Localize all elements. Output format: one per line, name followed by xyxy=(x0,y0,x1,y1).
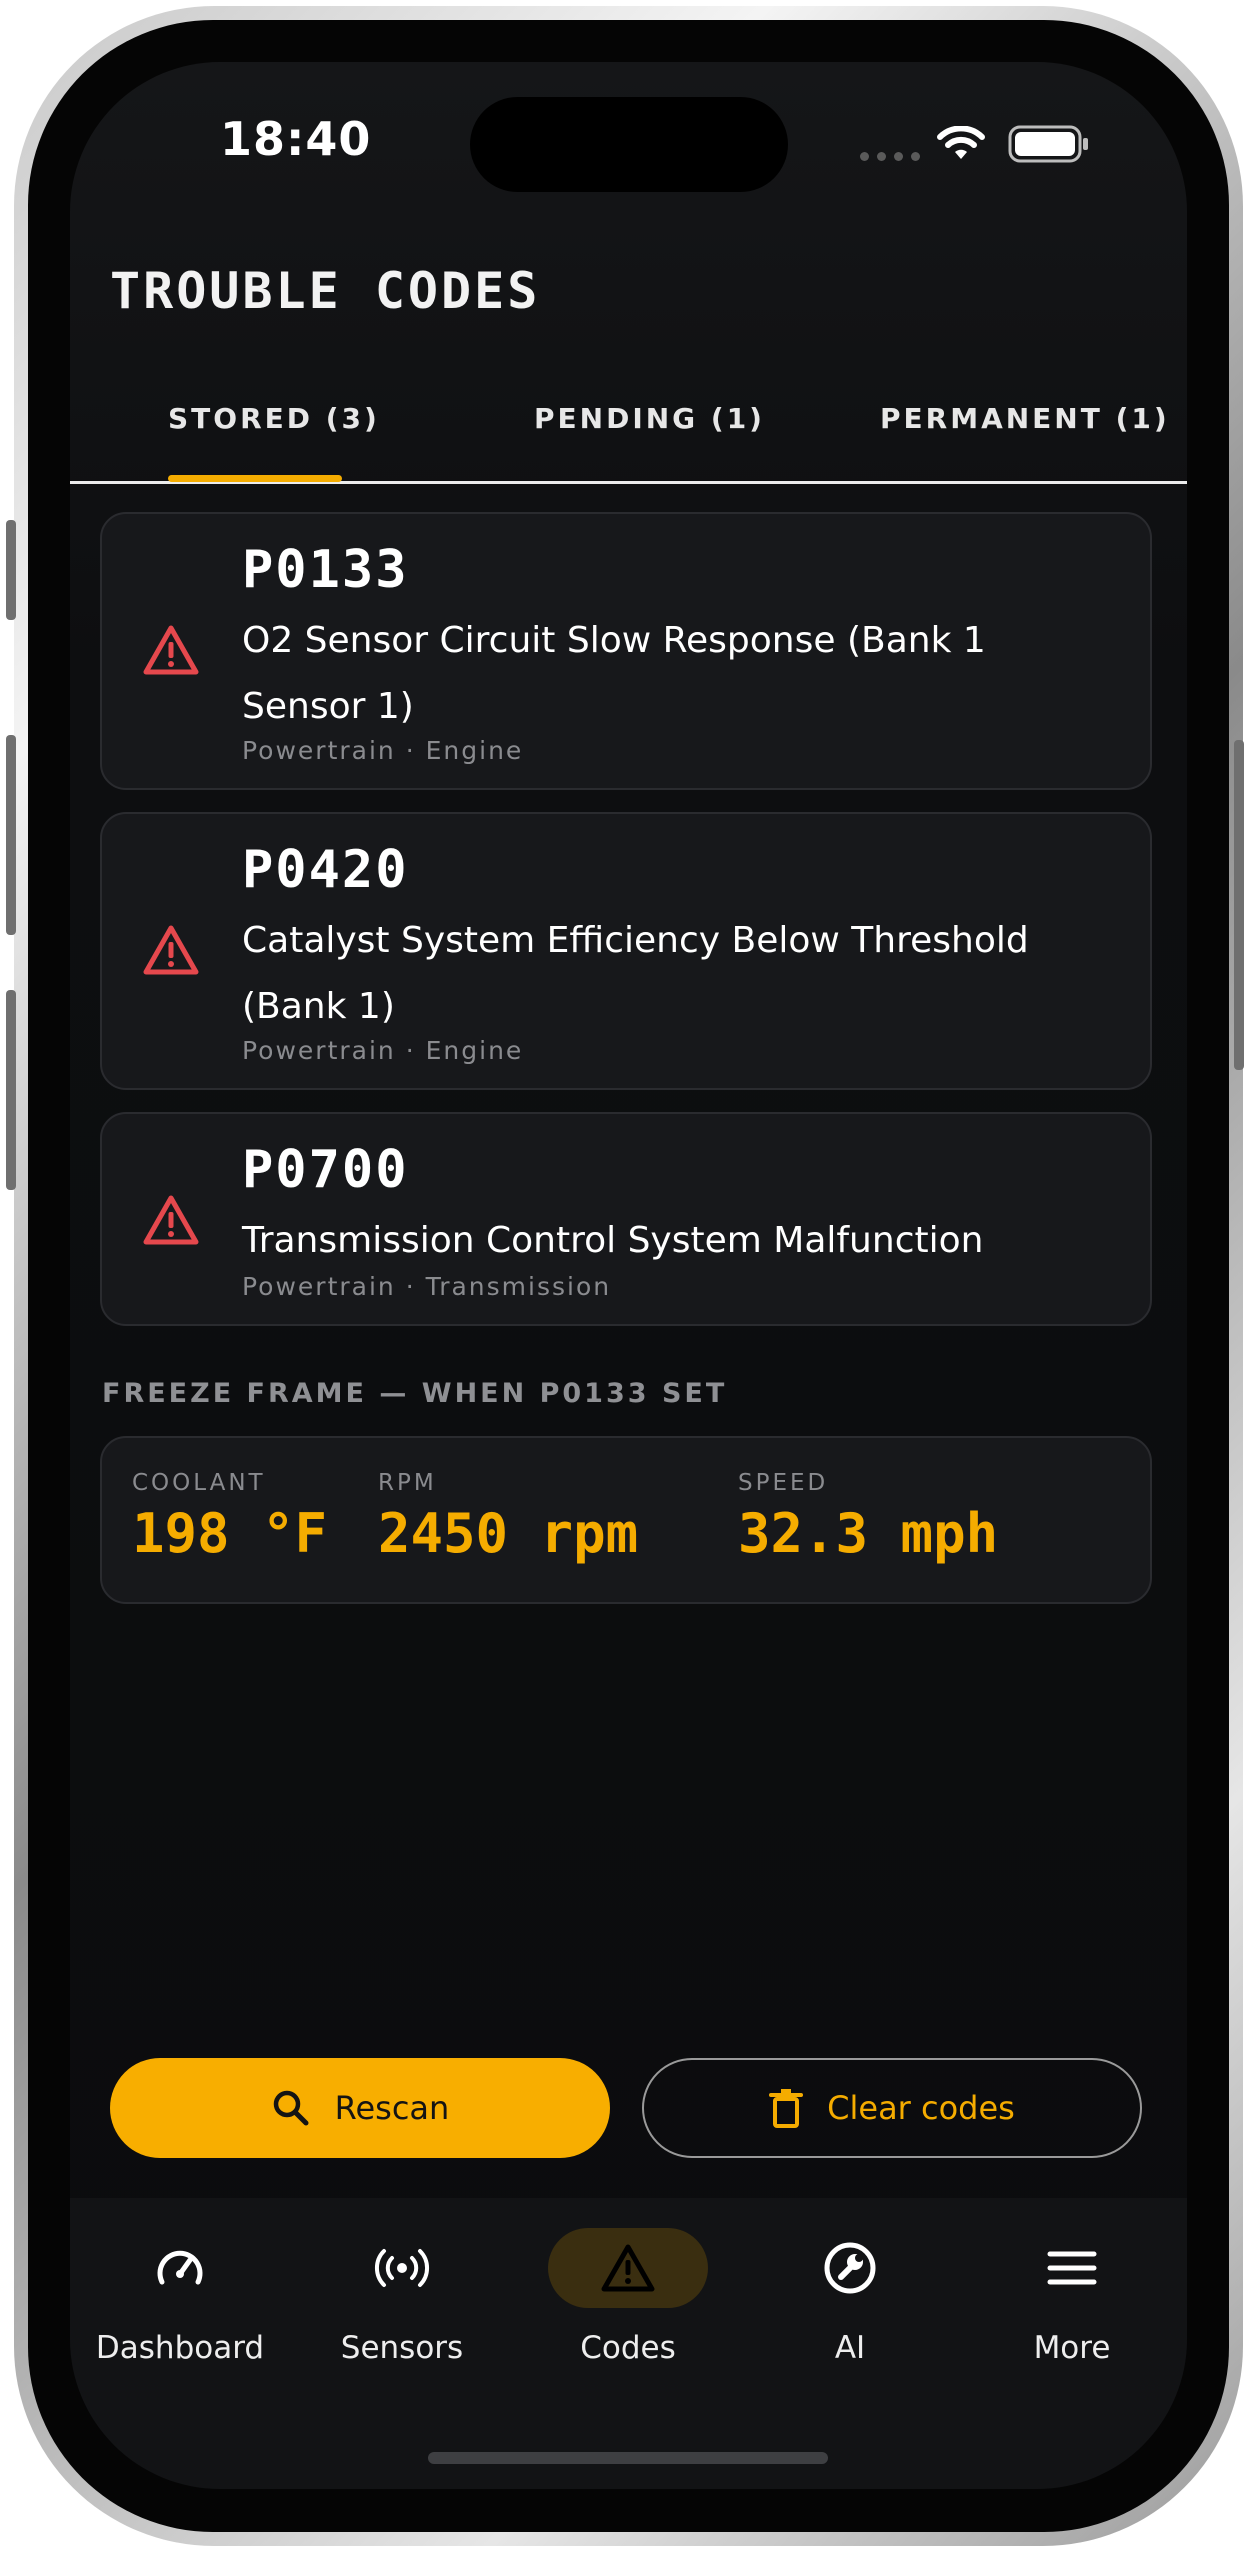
code-id: P0133 xyxy=(242,540,409,600)
freeze-frame-label: RPM xyxy=(378,1470,437,1496)
freeze-frame-value: 198 °F xyxy=(132,1502,328,1565)
side-button-volume-down xyxy=(6,990,16,1190)
menu-icon xyxy=(1047,2251,1097,2285)
trash-icon xyxy=(769,2089,804,2128)
freeze-frame-coolant: COOLANT 198 °F xyxy=(132,1470,327,1565)
app-screen: 18:40 TROUBLE CODES STORED (3) PENDING (… xyxy=(70,62,1187,2489)
dynamic-island xyxy=(470,97,788,192)
nav-label: Dashboard xyxy=(95,2330,265,2366)
freeze-frame-value: 32.3 mph xyxy=(738,1502,999,1565)
nav-label: Sensors xyxy=(340,2330,464,2366)
tab-stored[interactable]: STORED (3) xyxy=(168,402,380,435)
freeze-frame-label: SPEED xyxy=(738,1470,829,1496)
code-category: Powertrain · Engine xyxy=(242,736,524,765)
tab-permanent[interactable]: PERMANENT (1) xyxy=(880,402,1170,435)
code-category: Powertrain · Transmission xyxy=(242,1272,612,1301)
freeze-frame-value: 2450 rpm xyxy=(378,1502,639,1565)
clear-codes-label: Clear codes xyxy=(827,2089,1015,2127)
code-card-p0420[interactable]: P0420 Catalyst System Efficiency Below T… xyxy=(100,812,1152,1090)
wifi-icon xyxy=(937,126,985,159)
nav-icon-container xyxy=(100,2228,260,2308)
signal-icon xyxy=(860,152,920,161)
nav-label: More xyxy=(1033,2330,1111,2366)
code-id: P0420 xyxy=(242,840,409,900)
nav-icon-container xyxy=(992,2228,1152,2308)
freeze-frame-heading: FREEZE FRAME — WHEN P0133 SET xyxy=(102,1378,728,1409)
home-indicator[interactable] xyxy=(428,2452,828,2464)
freeze-frame-label: COOLANT xyxy=(132,1470,266,1496)
rescan-button[interactable]: Rescan xyxy=(110,2058,610,2158)
clear-codes-button[interactable]: Clear codes xyxy=(642,2058,1142,2158)
code-description: Transmission Control System Malfunction xyxy=(242,1220,984,1261)
code-description: O2 Sensor Circuit Slow Response (Bank 1 … xyxy=(242,620,986,727)
code-card-p0700[interactable]: P0700 Transmission Control System Malfun… xyxy=(100,1112,1152,1326)
wrench-icon xyxy=(824,2242,876,2294)
side-button-silent xyxy=(6,520,16,620)
page-title: TROUBLE CODES xyxy=(110,262,541,320)
nav-icon-container xyxy=(770,2228,930,2308)
code-card-p0133[interactable]: P0133 O2 Sensor Circuit Slow Response (B… xyxy=(100,512,1152,790)
nav-sensors[interactable]: Sensors xyxy=(302,2228,502,2388)
freeze-frame-speed: SPEED 32.3 mph xyxy=(738,1470,998,1565)
code-category: Powertrain · Engine xyxy=(242,1036,524,1065)
side-button-power xyxy=(1234,740,1244,1070)
nav-more[interactable]: More xyxy=(972,2228,1172,2388)
code-tabs: STORED (3) PENDING (1) PERMANENT (1) xyxy=(70,402,1187,482)
tab-active-indicator xyxy=(168,475,342,482)
nav-icon-container xyxy=(322,2228,482,2308)
freeze-frame-card: COOLANT 198 °F RPM 2450 rpm SPEED 32.3 m… xyxy=(100,1436,1152,1604)
warning-icon xyxy=(143,925,199,975)
code-description: Catalyst System Efficiency Below Thresho… xyxy=(242,920,1029,1027)
nav-codes[interactable]: Codes xyxy=(528,2228,728,2388)
nav-dashboard[interactable]: Dashboard xyxy=(80,2228,280,2388)
battery-icon xyxy=(1008,125,1088,163)
broadcast-icon xyxy=(374,2249,430,2287)
bottom-nav: Dashboard Sensors Codes AI More xyxy=(70,2198,1187,2489)
code-id: P0700 xyxy=(242,1140,409,1200)
warning-icon xyxy=(143,625,199,675)
rescan-label: Rescan xyxy=(334,2089,450,2127)
tab-pending[interactable]: PENDING (1) xyxy=(534,402,765,435)
freeze-frame-rpm: RPM 2450 rpm xyxy=(378,1470,638,1565)
gauge-icon xyxy=(157,2250,203,2285)
nav-icon-container-active xyxy=(548,2228,708,2308)
nav-label: AI xyxy=(834,2330,866,2366)
search-icon xyxy=(273,2090,309,2126)
warning-icon xyxy=(143,1195,199,1245)
side-button-volume-up xyxy=(6,735,16,935)
nav-ai[interactable]: AI xyxy=(750,2228,950,2388)
warning-icon xyxy=(601,2244,655,2292)
nav-label: Codes xyxy=(580,2330,676,2366)
status-time: 18:40 xyxy=(220,112,372,166)
